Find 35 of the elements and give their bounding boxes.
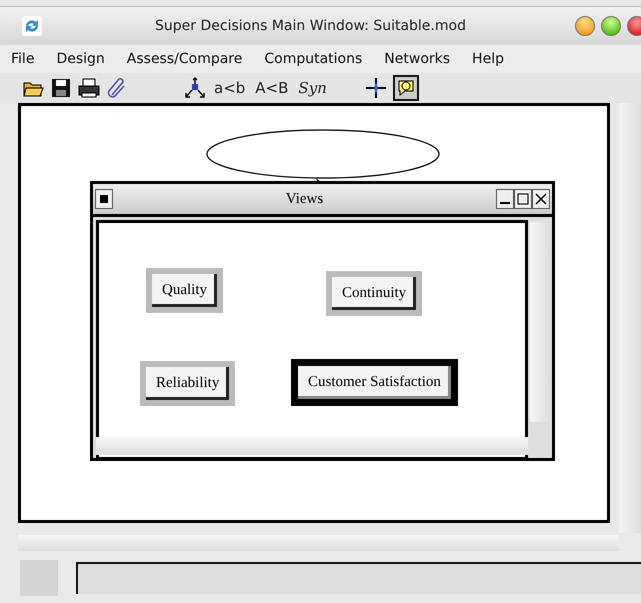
refresh-icon — [22, 16, 42, 36]
close-icon — [535, 193, 547, 205]
menu-item[interactable]: Computations — [264, 51, 362, 67]
minimize-button[interactable] — [496, 189, 514, 209]
close-button[interactable] — [532, 189, 550, 209]
toolbar-button[interactable]: a<b — [212, 79, 248, 97]
crosshair-icon[interactable] — [364, 77, 387, 99]
menu-item[interactable]: Assess/Compare — [126, 51, 242, 67]
square-icon — [100, 195, 108, 203]
vertical-scrollbar[interactable] — [530, 222, 550, 422]
window-title: Super Decisions Main Window: Suitable.mod — [154, 18, 467, 34]
cluster-node[interactable]: Reliability — [140, 361, 236, 406]
toolbar-button[interactable]: A<B — [253, 79, 290, 97]
horizontal-scrollbar[interactable] — [18, 535, 619, 551]
horizontal-scrollbar[interactable] — [96, 437, 528, 455]
menu-item[interactable]: File — [11, 51, 34, 67]
cluster-node[interactable]: Customer Satisfaction — [291, 359, 458, 406]
cluster-node[interactable]: Quality — [146, 268, 223, 313]
save-icon[interactable] — [50, 77, 72, 99]
views-title: Views — [284, 190, 324, 208]
print-icon[interactable] — [78, 77, 100, 99]
vertical-scrollbar[interactable] — [619, 103, 641, 533]
menu-item[interactable]: Help — [472, 51, 504, 67]
maximize-icon — [517, 193, 529, 205]
menu-item[interactable]: Design — [56, 51, 105, 67]
window-menu-button[interactable] — [95, 189, 113, 209]
cluster-node[interactable]: Continuity — [326, 271, 422, 316]
help-button[interactable] — [392, 75, 419, 101]
connect-nodes-icon[interactable] — [184, 77, 206, 99]
maximize-button[interactable] — [514, 189, 532, 209]
help-icon — [396, 78, 416, 98]
menu-item[interactable]: Networks — [384, 51, 450, 67]
toolbar-button[interactable]: Syn — [296, 79, 329, 97]
minimize-icon — [500, 202, 510, 204]
zoom-button[interactable] — [601, 16, 621, 36]
